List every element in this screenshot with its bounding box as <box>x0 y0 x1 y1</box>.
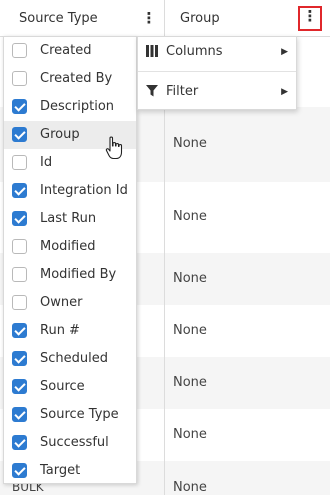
column-chooser-panel: Created Created By Description Group Id Integ… <box>3 36 137 484</box>
column-option-integration-id[interactable]: Integration Id <box>4 177 136 205</box>
column-option-label: Modified By <box>40 267 117 282</box>
column-checkbox[interactable] <box>12 183 27 198</box>
column-option-label: Created <box>40 43 92 58</box>
column-option-modified-by[interactable]: Modified By <box>4 261 136 289</box>
group-cell: None <box>173 427 207 442</box>
group-cell: None <box>173 323 207 338</box>
column-option-label: Id <box>40 155 53 170</box>
filter-icon <box>146 77 160 107</box>
menu-item-filter-label: Filter <box>166 84 199 99</box>
column-header-source-type[interactable]: Source Type <box>19 0 98 37</box>
column-option-owner[interactable]: Owner <box>4 289 136 317</box>
menu-item-columns-label: Columns <box>166 44 223 59</box>
column-menu: Columns ▶ Filter ▶ <box>137 36 297 110</box>
menu-item-filter[interactable]: Filter ▶ <box>138 77 296 107</box>
column-checkbox[interactable] <box>12 435 27 450</box>
column-option-run[interactable]: Run # <box>4 317 136 345</box>
column-option-last-run[interactable]: Last Run <box>4 205 136 233</box>
column-checkbox[interactable] <box>12 267 27 282</box>
source-type-menu-icon[interactable]: ⋮ <box>139 8 159 28</box>
column-option-label: Description <box>40 99 115 114</box>
group-cell: None <box>173 375 207 390</box>
column-option-label: Source <box>40 379 85 394</box>
column-checkbox[interactable] <box>12 323 27 338</box>
column-option-label: Owner <box>40 295 83 310</box>
column-option-label: Integration Id <box>40 183 128 198</box>
column-checkbox[interactable] <box>12 379 27 394</box>
column-option-source-type[interactable]: Source Type <box>4 401 136 429</box>
submenu-arrow-icon: ▶ <box>281 87 288 97</box>
group-cell: None <box>173 271 207 286</box>
group-menu-icon[interactable]: ⋮ <box>298 6 322 31</box>
column-checkbox[interactable] <box>12 127 27 142</box>
submenu-arrow-icon: ▶ <box>281 47 288 57</box>
columns-icon <box>146 37 160 67</box>
column-checkbox[interactable] <box>12 155 27 170</box>
column-option-source[interactable]: Source <box>4 373 136 401</box>
column-option-target[interactable]: Target <box>4 457 136 485</box>
column-checkbox[interactable] <box>12 71 27 86</box>
hand-cursor-icon <box>105 136 123 160</box>
group-cell: None <box>173 209 207 224</box>
column-option-label: Created By <box>40 71 113 86</box>
group-cell: None <box>173 136 207 151</box>
column-option-description[interactable]: Description <box>4 93 136 121</box>
column-checkbox[interactable] <box>12 99 27 114</box>
column-option-label: Last Run <box>40 211 97 226</box>
column-option-label: Group <box>40 127 80 142</box>
menu-divider <box>138 71 296 72</box>
column-option-created[interactable]: Created <box>4 37 136 65</box>
menu-item-columns[interactable]: Columns ▶ <box>138 37 296 67</box>
column-checkbox[interactable] <box>12 295 27 310</box>
column-checkbox[interactable] <box>12 239 27 254</box>
column-option-successful[interactable]: Successful <box>4 429 136 457</box>
column-checkbox[interactable] <box>12 43 27 58</box>
column-option-scheduled[interactable]: Scheduled <box>4 345 136 373</box>
column-checkbox[interactable] <box>12 351 27 366</box>
column-option-label: Run # <box>40 323 80 338</box>
column-option-label: Modified <box>40 239 96 254</box>
group-cell: None <box>173 480 207 495</box>
column-checkbox[interactable] <box>12 211 27 226</box>
column-option-label: Source Type <box>40 407 119 422</box>
column-option-label: Scheduled <box>40 351 108 366</box>
column-option-label: Target <box>40 463 81 478</box>
column-option-modified[interactable]: Modified <box>4 233 136 261</box>
column-option-created-by[interactable]: Created By <box>4 65 136 93</box>
header-divider <box>164 0 165 37</box>
column-option-label: Successful <box>40 435 109 450</box>
column-header-group[interactable]: Group <box>180 0 220 37</box>
column-checkbox[interactable] <box>12 407 27 422</box>
grid-header: Source Type ⋮ Group ⋮ <box>0 0 330 37</box>
column-checkbox[interactable] <box>12 463 27 478</box>
